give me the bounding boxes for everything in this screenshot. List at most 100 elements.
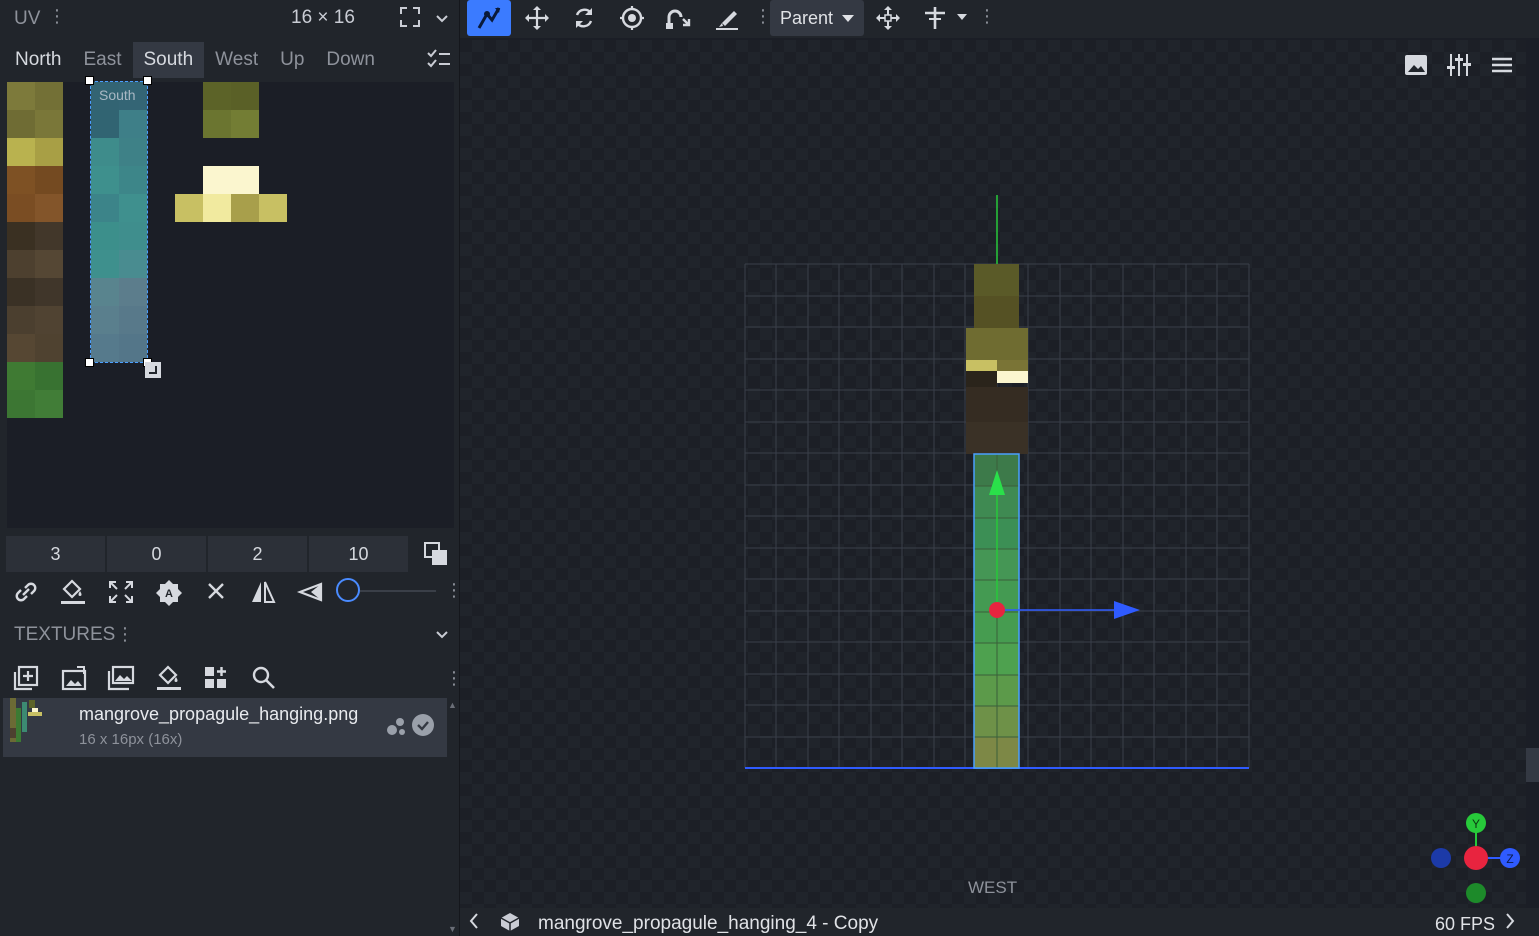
paint-tool-button[interactable] — [707, 0, 747, 36]
tab-east[interactable]: East — [72, 42, 132, 78]
textures-menu-icon[interactable]: ⋮ — [116, 624, 134, 645]
view-orientation-gizmo[interactable]: Y Z — [1431, 813, 1520, 903]
brush-icon — [716, 11, 738, 30]
uv-selection-label: South — [99, 87, 136, 103]
uv-handle-top-right[interactable] — [143, 76, 152, 85]
scroll-down-icon[interactable]: ▼ — [448, 924, 457, 934]
svg-text:Z: Z — [1506, 852, 1513, 866]
move-tool-button[interactable] — [467, 0, 511, 36]
checklist-icon[interactable] — [426, 48, 452, 72]
resize-handle-icon[interactable] — [144, 361, 162, 379]
texture-resolution: 16 x 16px (16x) — [79, 731, 183, 748]
viewport-scene: Y Z — [744, 195, 1520, 903]
uv-selection-box[interactable] — [90, 81, 148, 363]
close-icon[interactable] — [201, 578, 231, 606]
3d-viewport[interactable]: Y Z WEST — [460, 40, 1526, 908]
uv-slider-track[interactable] — [360, 590, 436, 592]
caret-down-icon[interactable] — [956, 12, 968, 22]
view-direction-label: WEST — [968, 878, 1018, 897]
uv-handle-bottom-left[interactable] — [85, 358, 94, 367]
add-texture-icon[interactable] — [12, 664, 40, 692]
uv-face-tabs: North East South West Up Down — [4, 42, 386, 78]
tab-west[interactable]: West — [204, 42, 269, 78]
texture-pixels-top — [203, 82, 259, 138]
rotate-tool-button[interactable] — [564, 0, 604, 36]
pivot-tool-button[interactable] — [612, 0, 652, 36]
chevron-down-icon[interactable] — [434, 10, 450, 26]
gizmo-center[interactable] — [989, 602, 1005, 618]
chevron-down-icon[interactable] — [434, 626, 450, 642]
link-icon[interactable] — [11, 578, 41, 606]
search-icon[interactable] — [250, 664, 278, 692]
chevron-left-icon[interactable] — [468, 912, 480, 930]
checkmark-icon[interactable] — [411, 713, 435, 737]
texture-thumbnail — [10, 698, 42, 742]
tab-south[interactable]: South — [132, 42, 205, 78]
maximize-icon[interactable] — [106, 578, 136, 606]
rotate-face-icon[interactable] — [296, 578, 326, 606]
rotate-icon — [575, 8, 593, 28]
paint-bucket-icon[interactable] — [58, 578, 88, 606]
uv-field-width[interactable]: 2 — [208, 536, 307, 572]
tab-up[interactable]: Up — [269, 42, 315, 78]
texture-name: mangrove_propagule_hanging.png — [79, 704, 359, 724]
toolbar-menu-icon[interactable]: ⋮ — [978, 6, 996, 27]
image-icon[interactable] — [1402, 52, 1430, 78]
cube-icon — [500, 913, 520, 932]
selected-element-name: mangrove_propagule_hanging_4 - Copy — [538, 913, 879, 934]
transform-space-label: Parent — [780, 8, 834, 28]
sliders-icon[interactable] — [1445, 52, 1473, 78]
texture-pixels-yellow — [175, 194, 287, 222]
copy-icon[interactable] — [423, 541, 449, 567]
texture-pixels-light — [203, 166, 259, 194]
textures-panel-title: TEXTURES — [14, 624, 116, 645]
move-arrows-icon — [525, 6, 549, 30]
translate-tool-button[interactable] — [517, 0, 557, 36]
caret-down-icon — [842, 15, 854, 22]
uv-panel-menu-icon[interactable]: ⋮ — [48, 6, 66, 27]
texture-particle-icon[interactable] — [383, 713, 409, 739]
tab-down[interactable]: Down — [315, 42, 386, 78]
uv-field-y[interactable]: 0 — [107, 536, 206, 572]
vertex-snap-icon — [477, 7, 501, 29]
model-cube-stem[interactable] — [966, 264, 1028, 454]
pivot-cross-icon — [925, 7, 945, 29]
auto-uv-icon[interactable]: A — [154, 578, 184, 606]
move-arrows-icon — [876, 6, 900, 30]
hamburger-menu-icon[interactable] — [1488, 52, 1516, 78]
import-texture-icon[interactable] — [60, 664, 88, 692]
vertex-tool-button[interactable] — [659, 0, 699, 36]
fps-counter: 60 FPS — [1435, 914, 1496, 934]
texture-list-item[interactable]: mangrove_propagule_hanging.png 16 x 16px… — [3, 698, 447, 757]
tab-north[interactable]: North — [4, 42, 72, 78]
paint-bucket-icon[interactable] — [155, 664, 183, 692]
svg-text:Y: Y — [1472, 817, 1480, 831]
uv-slider-knob[interactable] — [336, 578, 360, 602]
scrollbar-thumb[interactable] — [1526, 748, 1539, 782]
uv-resolution-label[interactable]: 16 × 16 — [291, 7, 355, 29]
pivot-mode-button[interactable] — [915, 0, 955, 36]
svg-text:A: A — [165, 588, 173, 600]
uv-panel-title: UV — [14, 8, 41, 29]
uv-coordinate-fields: 3 0 2 10 — [6, 536, 408, 572]
blockbench-window: UV ⋮ 16 × 16 North East South West Up Do… — [0, 0, 1539, 936]
texture-pixels-left — [7, 82, 63, 418]
scroll-up-icon[interactable]: ▲ — [448, 700, 457, 710]
mirror-icon[interactable] — [248, 578, 278, 606]
chevron-right-icon[interactable] — [1504, 912, 1516, 930]
z-gizmo-arrow[interactable] — [1114, 601, 1140, 619]
snap-button[interactable] — [868, 0, 908, 36]
left-sidebar: UV ⋮ 16 × 16 North East South West Up Do… — [0, 0, 463, 936]
uv-handle-top-left[interactable] — [85, 76, 94, 85]
viewport-scrollbar[interactable] — [1526, 40, 1539, 908]
uv-field-x[interactable]: 3 — [6, 536, 105, 572]
transform-space-dropdown[interactable]: Parent — [770, 0, 864, 36]
target-icon — [620, 6, 644, 30]
fullscreen-icon[interactable] — [398, 5, 422, 29]
status-bar: mangrove_propagule_hanging_4 - Copy 60 F… — [460, 908, 1539, 936]
add-layout-icon[interactable] — [202, 664, 230, 692]
main-toolbar: ⋮ Parent ⋮ — [460, 0, 1539, 38]
texture-gallery-icon[interactable] — [107, 664, 135, 692]
uv-editor-canvas[interactable]: South — [7, 76, 454, 528]
uv-field-height[interactable]: 10 — [309, 536, 408, 572]
